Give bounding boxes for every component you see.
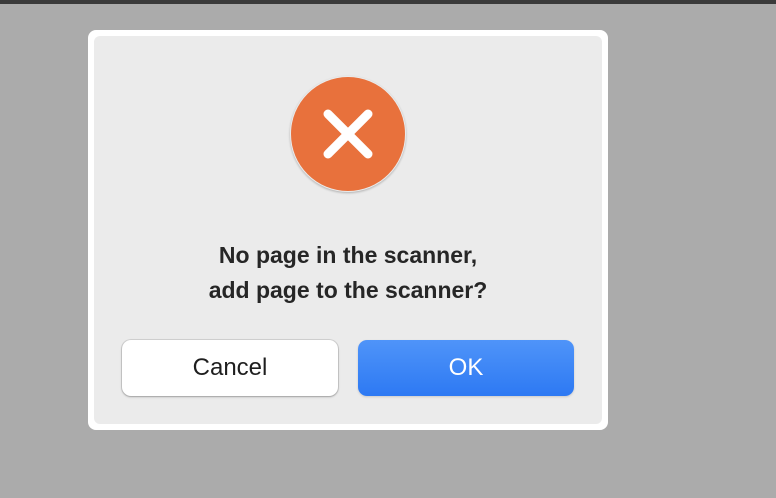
alert-dialog-frame: No page in the scanner, add page to the … xyxy=(88,30,608,430)
alert-message-line-1: No page in the scanner, xyxy=(218,242,478,268)
window-top-edge xyxy=(0,0,776,4)
alert-message: No page in the scanner, add page to the … xyxy=(94,238,602,308)
cancel-button[interactable]: Cancel xyxy=(122,340,338,396)
alert-dialog: No page in the scanner, add page to the … xyxy=(94,36,602,424)
ok-button[interactable]: OK xyxy=(358,340,574,396)
alert-message-line-2: add page to the scanner? xyxy=(208,277,488,303)
error-x-circle-icon xyxy=(290,76,406,192)
